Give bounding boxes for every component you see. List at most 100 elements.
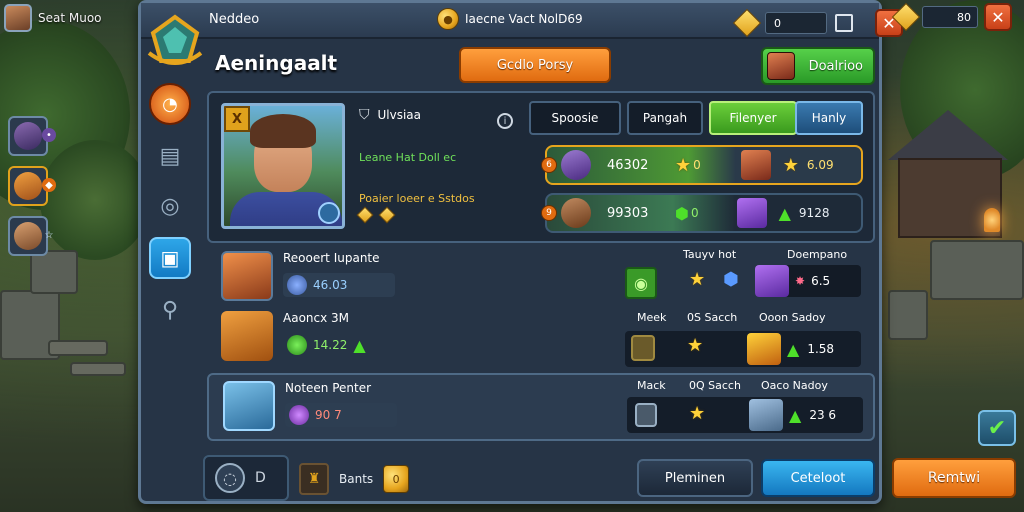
square-item-icon[interactable] <box>635 403 657 427</box>
background-stone-wall <box>30 250 78 294</box>
key-icon: ⚲ <box>161 297 179 323</box>
resource-value: 0 <box>383 465 410 493</box>
chat-toggle-button[interactable]: ◌ D <box>203 455 289 501</box>
hero-avatar <box>221 251 273 301</box>
hero-stat-line-2: Poaier loeer e Sstdos <box>359 192 475 205</box>
hero-face-icon <box>740 150 771 180</box>
square-toggle-button[interactable] <box>835 14 853 32</box>
speech-bubble-icon: ◌ <box>215 463 245 493</box>
hero-face-icon <box>14 172 42 200</box>
tab-row: Spoosie Pangah Filenyer Hanly <box>529 101 863 135</box>
list-item-title: Aaoncx 3M <box>283 311 350 325</box>
right-currency-value: 80 <box>922 6 978 28</box>
list-item-col-b: 0S Sacch <box>687 311 738 324</box>
nav-rail: ◔ ▤ ◎ ▣ ⚲ <box>141 43 201 453</box>
list-item-col-a: Meek <box>637 311 667 324</box>
side-hero-button-1[interactable]: • <box>8 116 56 156</box>
green-clock-button[interactable]: ◉ <box>625 267 657 299</box>
background-bush-left <box>40 140 150 260</box>
list-item-value: 1.58 <box>807 342 835 356</box>
player-badge[interactable]: Seat Muoo <box>4 3 132 33</box>
gear-icon[interactable] <box>318 202 340 224</box>
star-icon: ★ <box>689 269 706 290</box>
currency-value: 0 <box>765 12 827 34</box>
tab-pangah[interactable]: Pangah <box>627 101 703 135</box>
resource-label: Bants <box>339 472 374 486</box>
stat-stars: 0 <box>690 206 699 220</box>
list-item[interactable]: Aaoncx 3M 14.22 ▲ Meek 0S Sacch Ooon Sad… <box>207 305 875 367</box>
side-hero-button-3[interactable]: ☆ <box>8 216 53 256</box>
scroll-item-icon[interactable] <box>631 335 655 361</box>
tab-hanly[interactable]: Hanly <box>795 101 863 135</box>
monster-avatar-icon <box>561 198 591 228</box>
player-name: Seat Muoo <box>38 11 102 25</box>
star-icon: ★ <box>782 154 799 176</box>
stat-badge: 6 <box>541 157 557 173</box>
hero-hair <box>250 114 316 148</box>
background-stone-step <box>70 362 126 376</box>
top-currency-group: 0 ✕ <box>732 8 903 38</box>
hero-face-icon <box>14 122 42 150</box>
star-icon: ★ <box>687 335 704 356</box>
list-item[interactable]: Noteen Penter 90 7 Mack 0Q Sacch Oaco Na… <box>207 373 875 441</box>
list-item-title: Noteen Penter <box>285 381 372 395</box>
nav-document-button[interactable]: ▤ <box>149 135 191 177</box>
stat-bar-1[interactable]: 6 46302 ★ 0 ★ 6.09 <box>541 145 863 185</box>
list-item-pill-value: 14.22 <box>313 338 348 352</box>
nav-clock-button[interactable]: ◔ <box>149 83 191 125</box>
main-panel: Neddeo ● Iaecne Vact NolD69 0 ✕ ◔ ▤ ◎ ▣ … <box>138 0 903 504</box>
tab-filenyer[interactable]: Filenyer <box>709 101 797 135</box>
hero-gem-row <box>356 206 519 224</box>
list-item[interactable]: Reooert Iupante 46.03 ◉ ★ ⬢ ✸ 6.5 <box>207 245 875 307</box>
resource-group: ♜ Bants 0 <box>299 461 415 497</box>
purple-crystal-icon <box>755 265 789 297</box>
nav-search-button[interactable]: ◎ <box>149 185 191 227</box>
hero-info: ⛉ Ulvsiaa Leane Hat Doll ec Poaier loeer… <box>356 107 519 224</box>
list-item-col-b: 0Q Sacch <box>689 379 741 392</box>
info-icon[interactable]: i <box>497 113 513 129</box>
resource-icon: ♜ <box>299 463 329 495</box>
background-stone-step <box>48 340 108 356</box>
primary-button[interactable]: Ceteloot <box>761 459 875 497</box>
green-arrow-icon: ▲ <box>787 339 800 359</box>
hero-class-badge: X <box>224 106 250 132</box>
right-currency-group: 80 ✕ <box>891 2 1012 32</box>
stat-bar-2[interactable]: 9 99303 ⬢ 0 ▲ 9128 <box>541 193 863 233</box>
nav-key-button[interactable]: ⚲ <box>149 289 191 331</box>
hero-avatar <box>223 381 275 431</box>
tab-spoosie[interactable]: Spoosie <box>529 101 621 135</box>
green-action-label: Doalrioo <box>808 58 863 74</box>
panel-heading: Aeningaalt <box>215 51 338 75</box>
secondary-button[interactable]: Pleminen <box>637 459 753 497</box>
list-item-value: 6.5 <box>811 274 831 288</box>
hero-name-row: ⛉ Ulvsiaa <box>359 107 519 123</box>
hero-list: Tauyv hot Doempano Reooert Iupante 46.03… <box>207 245 875 445</box>
clock-icon: ◔ <box>162 93 178 115</box>
hero-avatar <box>221 311 273 361</box>
gold-gem-icon <box>891 2 921 32</box>
hero-portrait[interactable]: X <box>221 103 345 229</box>
hero-face-icon <box>767 52 795 80</box>
player-avatar[interactable] <box>4 4 32 32</box>
confirm-check-button[interactable]: ✔ <box>978 410 1016 446</box>
topbar-center-info: ● Iaecne Vact NolD69 <box>437 8 583 30</box>
gold-gem-icon <box>732 8 762 38</box>
green-arrow-icon: ▲ <box>789 405 802 425</box>
green-gem-icon: ⬢ <box>675 203 689 223</box>
orange-action-button[interactable]: Gcdlo Porsy <box>459 47 611 83</box>
panel-topbar-title: Neddeo <box>209 12 260 27</box>
bottom-bar: ◌ D ♜ Bants 0 Pleminen Ceteloot <box>199 453 879 503</box>
star-icon: ★ <box>675 154 692 176</box>
green-action-button[interactable]: Doalrioo <box>761 47 875 85</box>
background-stone-wall <box>888 290 928 340</box>
right-action-button[interactable]: Remtwi <box>892 458 1016 498</box>
clock-icon: ◉ <box>634 273 648 293</box>
side-hero-button-2[interactable]: ◆ <box>8 166 56 206</box>
list-item-pill-value: 46.03 <box>313 278 348 292</box>
green-arrow-icon: ▲ <box>353 335 366 355</box>
purple-crystal-icon <box>736 198 767 228</box>
hero-card: X ⛉ Ulvsiaa Leane Hat Doll ec Poaier loe… <box>207 91 875 243</box>
nav-folder-button[interactable]: ▣ <box>149 237 191 279</box>
right-close-button[interactable]: ✕ <box>984 3 1012 31</box>
star-outline-icon: ☆ <box>44 229 54 241</box>
